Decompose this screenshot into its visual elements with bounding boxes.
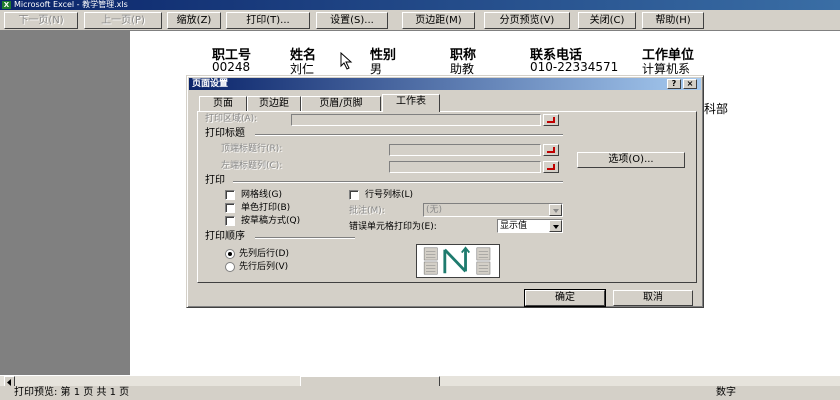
page-break-preview-button[interactable]: 分页预览(V) [484, 12, 570, 29]
horizontal-scrollbar[interactable] [0, 375, 840, 387]
comments-selected-value: (无) [426, 205, 443, 215]
print-button[interactable]: 打印(T)... [226, 12, 310, 29]
draft-quality-label: 按草稿方式(Q) [241, 216, 301, 226]
over-then-down-label: 先行后列(V) [239, 262, 289, 272]
margins-button[interactable]: 页边距(M) [402, 12, 475, 29]
cell-errors-selected-value: 显示值 [500, 221, 528, 231]
collapse-dialog-icon [547, 117, 555, 123]
setup-button[interactable]: 设置(S)... [316, 12, 388, 29]
cell-errors-select[interactable]: 显示值 [497, 219, 563, 233]
tab-page[interactable]: 页面 [199, 96, 247, 112]
group-separator [255, 134, 563, 136]
dialog-help-button[interactable]: ? [667, 79, 681, 89]
print-area-label: 打印区域(A): [205, 114, 258, 124]
gridlines-label: 网格线(G) [241, 190, 282, 200]
down-then-over-radio[interactable] [225, 249, 235, 259]
dialog-title-bar: 页面设置 ? × [189, 78, 701, 90]
data-cell: 010-22334571 [530, 60, 619, 74]
comments-label: 批注(M): [349, 206, 385, 216]
rows-repeat-label: 顶端标题行(R): [221, 144, 283, 154]
data-cell-partial: 科部 [704, 102, 729, 116]
cancel-button[interactable]: 取消 [613, 290, 693, 306]
window-title: Microsoft Excel - 教学管理.xls [14, 0, 128, 9]
mouse-cursor-icon [340, 52, 353, 70]
prev-page-button[interactable]: 上一页(P) [84, 12, 162, 29]
print-titles-group-label: 打印标题 [205, 128, 245, 139]
black-white-checkbox[interactable] [225, 203, 235, 213]
draft-quality-checkbox[interactable] [225, 216, 235, 226]
close-preview-button[interactable]: 关闭(C) [578, 12, 636, 29]
options-button[interactable]: 选项(O)... [577, 152, 685, 168]
zoom-button[interactable]: 缩放(Z) [167, 12, 221, 29]
over-then-down-radio[interactable] [225, 262, 235, 272]
collapse-dialog-icon [547, 164, 555, 170]
rows-repeat-picker-button[interactable] [543, 144, 559, 156]
print-area-field[interactable] [291, 114, 541, 126]
comments-select[interactable]: (无) [423, 203, 563, 217]
tab-margins[interactable]: 页边距 [247, 96, 301, 112]
group-separator [233, 181, 563, 183]
print-group-label: 打印 [205, 175, 225, 186]
gridlines-checkbox[interactable] [225, 190, 235, 200]
window-title-bar: X Microsoft Excel - 教学管理.xls [0, 0, 840, 10]
cols-repeat-label: 左端标题列(C): [221, 161, 283, 171]
status-page-info: 打印预览: 第 1 页 共 1 页 [14, 387, 130, 398]
print-preview-toolbar: 下一页(N) 上一页(P) 缩放(Z) 打印(T)... 设置(S)... 页边… [0, 10, 840, 31]
group-separator [255, 237, 355, 239]
dialog-close-button[interactable]: × [683, 79, 697, 89]
page-order-group-label: 打印顺序 [205, 231, 245, 242]
black-white-label: 单色打印(B) [241, 203, 291, 213]
page-order-illustration-icon [416, 244, 500, 278]
data-cell: 00248 [212, 60, 251, 74]
ok-button[interactable]: 确定 [524, 289, 606, 307]
cell-errors-label: 错误单元格打印为(E): [349, 222, 437, 232]
chevron-down-icon [549, 220, 562, 232]
help-button[interactable]: 帮助(H) [642, 12, 704, 29]
dialog-title: 页面设置 [192, 79, 229, 89]
down-then-over-label: 先列后行(D) [239, 249, 289, 259]
excel-icon: X [2, 1, 11, 9]
status-bar: 打印预览: 第 1 页 共 1 页 数字 [0, 386, 840, 400]
status-num-lock: 数字 [716, 387, 736, 398]
collapse-dialog-icon [547, 147, 555, 153]
tab-header-footer[interactable]: 页眉/页脚 [301, 96, 381, 112]
chevron-down-icon [549, 204, 562, 216]
row-col-headings-label: 行号列标(L) [365, 190, 414, 200]
next-page-button[interactable]: 下一页(N) [4, 12, 78, 29]
rows-repeat-field[interactable] [389, 144, 541, 156]
print-area-picker-button[interactable] [543, 114, 559, 126]
row-col-headings-checkbox[interactable] [349, 190, 359, 200]
tab-sheet[interactable]: 工作表 [382, 94, 440, 112]
cols-repeat-picker-button[interactable] [543, 161, 559, 173]
cols-repeat-field[interactable] [389, 161, 541, 173]
